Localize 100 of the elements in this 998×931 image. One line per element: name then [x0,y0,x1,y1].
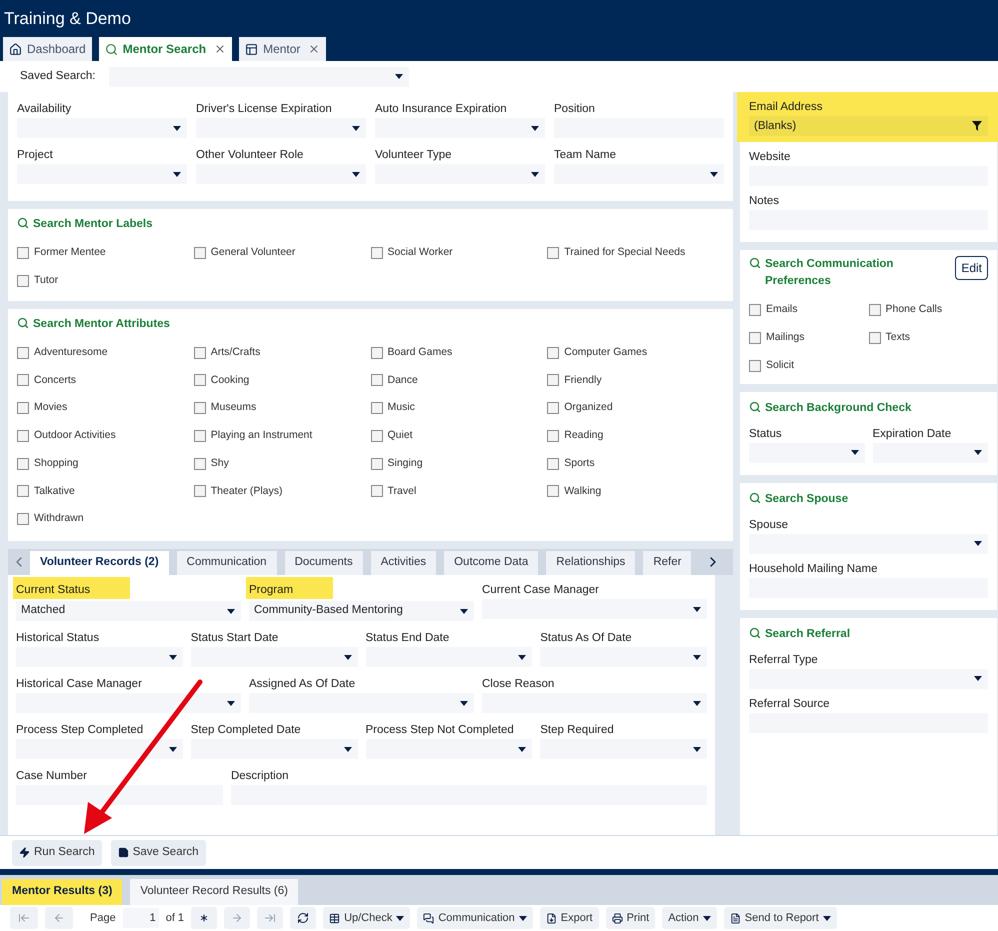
checkbox[interactable] [194,458,206,470]
close-icon[interactable] [214,43,226,56]
dropdown-field[interactable]: Matched [16,601,241,622]
dropdown-field[interactable] [482,599,707,620]
checkbox[interactable] [370,374,382,386]
checkbox[interactable] [547,430,560,442]
tab[interactable]: Mentor Search [98,37,232,62]
dropdown-field[interactable] [196,164,366,184]
first-page-icon[interactable] [10,907,38,929]
dropdown-field[interactable] [17,118,187,138]
dropdown-field[interactable] [540,647,707,668]
checkbox[interactable] [370,247,382,260]
toolbar-menu-button[interactable]: Action [662,907,717,929]
dropdown-field[interactable] [16,693,241,714]
dropdown-field[interactable] [190,647,358,668]
toolbar-menu-button[interactable]: Send to Report [724,907,837,929]
checkbox[interactable] [194,430,206,442]
close-icon[interactable] [308,43,320,56]
checkbox[interactable] [749,360,761,372]
checkbox[interactable] [194,402,206,414]
dropdown-field[interactable] [749,668,988,689]
dropdown-field[interactable] [749,442,864,463]
checkbox[interactable] [868,304,880,316]
checkbox[interactable] [17,458,29,470]
checkbox[interactable] [194,485,206,498]
checkbox[interactable] [547,402,560,414]
checkbox[interactable] [370,458,382,470]
tab[interactable]: Documents [284,551,363,576]
tab[interactable]: Refer [643,551,692,576]
tab[interactable]: Relationships [546,551,636,576]
caret-icon [352,172,360,177]
checkbox[interactable] [194,374,206,386]
field-label: Current Case Manager [482,583,599,598]
checkbox[interactable] [370,485,382,498]
checkbox[interactable] [17,430,29,442]
toolbar-menu-button[interactable]: Print [606,907,656,929]
page-input[interactable]: 1 [122,908,159,928]
caret-icon [531,126,539,131]
dropdown-field[interactable] [872,442,988,463]
asterisk-icon[interactable] [191,907,218,929]
filter-field[interactable]: (Blanks) [749,116,988,136]
text-field[interactable] [16,785,223,806]
checkbox[interactable] [17,274,29,287]
checkbox[interactable] [17,247,29,260]
edit-button[interactable]: Edit [955,256,988,280]
dropdown-field[interactable] [482,693,707,714]
dropdown-field[interactable]: Community-Based Mentoring [249,601,474,622]
dropdown-field[interactable] [17,164,187,184]
dropdown-field[interactable] [554,164,724,184]
checkbox[interactable] [749,304,761,316]
dropdown-field[interactable] [249,693,474,714]
checkbox[interactable] [370,402,382,414]
checkbox[interactable] [547,247,560,260]
dropdown-field[interactable] [749,534,988,554]
refresh-icon[interactable] [290,907,316,929]
dropdown-field[interactable] [375,118,545,138]
page-label: Page [90,910,116,926]
checkbox[interactable] [749,332,761,344]
next-icon[interactable] [224,907,250,929]
tab[interactable]: Activities [370,551,436,576]
last-page-icon[interactable] [257,907,284,929]
save-search-button[interactable]: Save Search [110,840,206,866]
tab[interactable]: Volunteer Record Results (6) [130,879,298,905]
checkbox[interactable] [547,374,560,386]
checkbox[interactable] [547,346,560,359]
tab[interactable]: Outcome Data [444,551,538,576]
toolbar-menu-button[interactable]: Up/Check [323,907,410,929]
dropdown-field[interactable] [196,118,366,138]
checkbox[interactable] [17,513,29,526]
dropdown-field[interactable] [366,739,532,760]
checkbox[interactable] [370,346,382,359]
toolbar-menu-button[interactable]: Export [540,907,599,929]
dropdown-field[interactable] [366,647,532,668]
checkbox[interactable] [17,485,29,498]
checkbox[interactable] [17,374,29,386]
checkbox[interactable] [17,346,29,359]
dropdown-field[interactable] [540,739,707,760]
checkbox-label: Shopping [34,456,78,471]
dropdown-field[interactable] [109,66,410,87]
dropdown-field[interactable] [16,647,183,668]
tab[interactable]: Communication [176,551,277,576]
previous-icon[interactable] [45,907,73,929]
dropdown-field[interactable] [16,739,183,760]
run-search-button[interactable]: Run Search [12,840,102,866]
checkbox[interactable] [17,402,29,414]
toolbar-menu-button[interactable]: Communication [417,907,533,929]
checkbox[interactable] [194,247,206,260]
checkbox[interactable] [547,485,560,498]
checkbox-label: Movies [34,400,68,416]
tab[interactable]: Mentor [239,37,326,62]
dropdown-field[interactable] [375,164,545,184]
checkbox[interactable] [370,430,382,442]
tab[interactable]: Volunteer Records (2) [30,551,169,576]
checkbox[interactable] [194,346,206,359]
caret-icon [352,126,360,131]
tab[interactable]: Mentor Results (3) [2,879,122,905]
checkbox[interactable] [868,332,880,344]
tab[interactable]: Dashboard [3,37,92,62]
checkbox[interactable] [547,458,560,470]
dropdown-field[interactable] [190,739,358,760]
